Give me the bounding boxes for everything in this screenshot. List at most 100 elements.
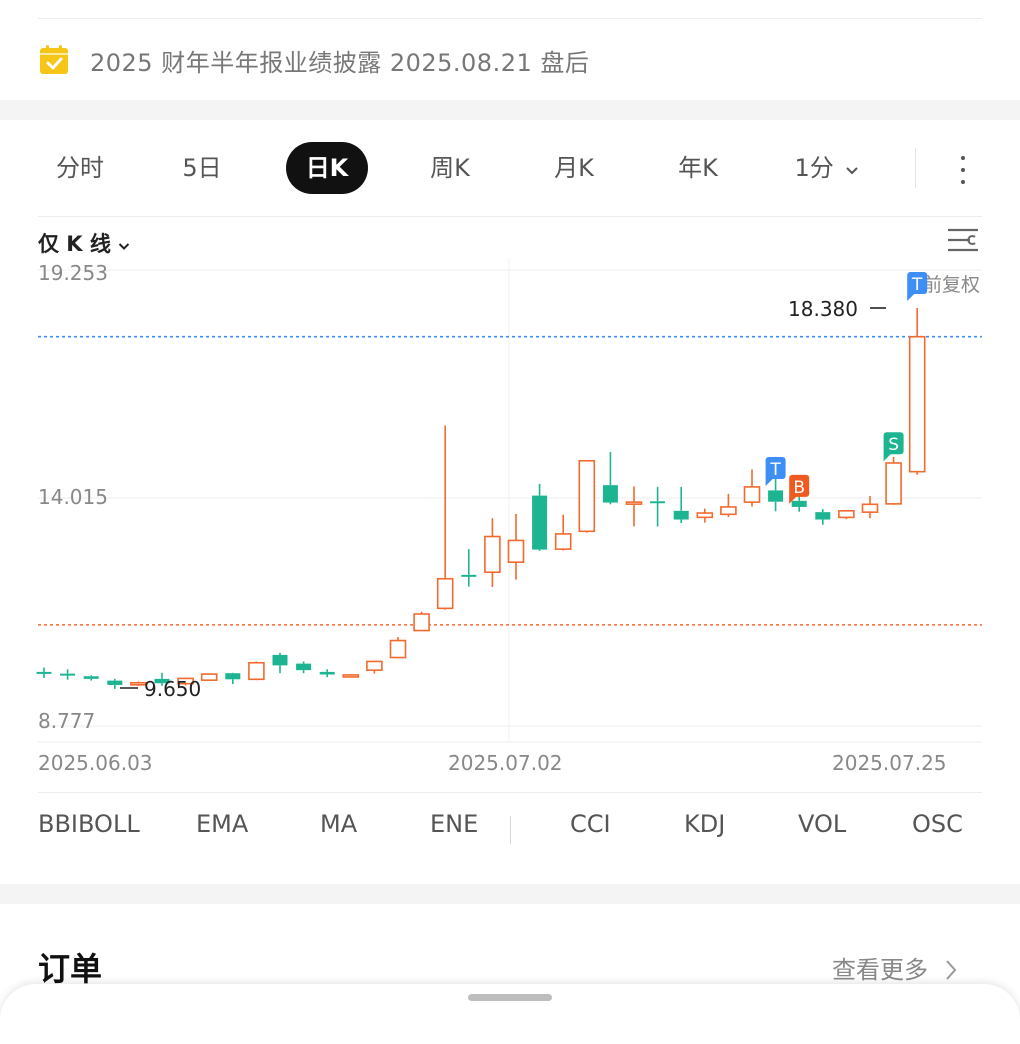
adjustment-label[interactable]: 前复权 [923, 274, 980, 296]
candle [272, 652, 288, 674]
indicator-bar: BBIBOLL EMA MA ENE CCI KDJ VOL OSC [0, 810, 1020, 864]
chart-grid [38, 258, 982, 743]
candle-body [60, 673, 76, 676]
candle-body [743, 486, 761, 503]
candle [696, 508, 714, 523]
indicator-osc[interactable]: OSC [912, 810, 963, 838]
calendar-check-icon [40, 45, 68, 74]
indicator-ene[interactable]: ENE [430, 810, 478, 838]
kline-mode-dropdown[interactable]: 仅 K 线 [38, 228, 130, 258]
candle-body [650, 501, 666, 504]
candle-body [791, 500, 807, 507]
candle [838, 510, 855, 520]
candle [908, 308, 926, 475]
candle-body [625, 501, 643, 505]
candle-body [908, 335, 926, 473]
candle [602, 452, 618, 505]
candle-body [36, 671, 52, 674]
candle-body [696, 512, 714, 519]
candle [36, 667, 52, 678]
earnings-notice-text: 2025 财年半年报业绩披露 2025.08.21 盘后 [90, 48, 590, 77]
candle-body [815, 512, 831, 520]
candle-body [861, 503, 879, 513]
trade-marker-text: T [769, 460, 781, 480]
chart-settings-menu-icon[interactable] [946, 225, 980, 255]
indicator-vol[interactable]: VOL [798, 810, 846, 838]
candle-body [366, 660, 383, 671]
tab-yearly-k[interactable]: 年K [658, 142, 738, 194]
y-tick-label-mid: 14.015 [38, 485, 108, 509]
candle-body [461, 574, 477, 577]
candle [720, 493, 737, 517]
candle [625, 486, 643, 527]
tab-5day[interactable]: 5日 [162, 142, 242, 194]
indicator-divider [38, 792, 982, 793]
tab-intraday[interactable]: 分时 [40, 142, 120, 194]
indicator-kdj[interactable]: KDJ [684, 810, 725, 838]
candle [225, 672, 241, 685]
candle [484, 518, 501, 588]
indicator-bbiboll[interactable]: BBIBOLL [38, 810, 140, 838]
bottom-sheet [0, 984, 1020, 1044]
candle-body [484, 535, 501, 574]
candle [461, 549, 477, 587]
indicator-ma[interactable]: MA [320, 810, 357, 838]
candle-body [838, 510, 855, 519]
candle-body [248, 661, 265, 681]
trade-marker-text: S [888, 435, 899, 455]
chevron-down-icon [119, 243, 130, 250]
candle [554, 514, 572, 551]
tab-minute-label: 1分 [794, 154, 834, 182]
candle [413, 611, 430, 632]
candle-body [272, 654, 288, 666]
tab-daily-k[interactable]: 日K [286, 142, 368, 194]
sheet-drag-handle[interactable] [468, 994, 552, 1001]
tab-monthly-k[interactable]: 月K [534, 142, 614, 194]
candle-body [554, 533, 572, 550]
top-divider [38, 18, 982, 19]
candle-body [673, 510, 689, 520]
more-options-icon[interactable] [948, 150, 978, 190]
candle-body [296, 663, 312, 671]
candle [673, 486, 689, 524]
tab-separator [915, 148, 916, 188]
candle-body [200, 673, 218, 681]
earnings-notice-card[interactable]: 2025 财年半年报业绩披露 2025.08.21 盘后 [0, 0, 1020, 100]
view-more-link[interactable]: 查看更多 [832, 950, 958, 985]
candlestick-chart[interactable]: 19.253 14.015 8.777 2025.06.03 2025.07.0… [0, 258, 1020, 798]
candle-body [602, 485, 618, 503]
view-more-label: 查看更多 [832, 956, 928, 984]
candle [650, 486, 666, 527]
candle-body [768, 490, 784, 502]
candle [815, 509, 831, 525]
candle-body [342, 674, 360, 678]
y-tick-label-max: 19.253 [38, 261, 108, 285]
candle-body [720, 506, 737, 516]
indicator-separator [510, 816, 511, 844]
max-price-label: 18.380 [788, 297, 858, 321]
candle-body [885, 462, 902, 505]
x-date-label-end: 2025.07.25 [832, 751, 947, 775]
indicator-ema[interactable]: EMA [196, 810, 248, 838]
period-tabs: 分时 5日 日K 周K 月K 年K 1分 [0, 142, 1020, 198]
tab-minute-dropdown[interactable]: 1分 [782, 142, 872, 194]
tabs-divider [38, 216, 982, 217]
trade-marker-text: T [911, 275, 923, 295]
kline-mode-label: 仅 K 线 [38, 232, 111, 256]
candle-body [532, 495, 548, 550]
candle-body [319, 671, 335, 675]
candle [60, 669, 76, 680]
chevron-right-icon [945, 960, 956, 980]
candle [578, 459, 596, 533]
candle [436, 425, 454, 610]
candle [296, 661, 312, 674]
trade-marker-text: B [793, 478, 805, 498]
candle-body [225, 673, 241, 680]
indicator-cci[interactable]: CCI [570, 810, 611, 838]
candle [389, 637, 407, 659]
earnings-notice-row[interactable]: 2025 财年半年报业绩披露 2025.08.21 盘后 [38, 42, 589, 78]
min-price-label: 9.650 [144, 677, 201, 701]
candle [532, 483, 548, 551]
tab-weekly-k[interactable]: 周K [410, 142, 490, 194]
x-date-label-mid: 2025.07.02 [448, 751, 563, 775]
